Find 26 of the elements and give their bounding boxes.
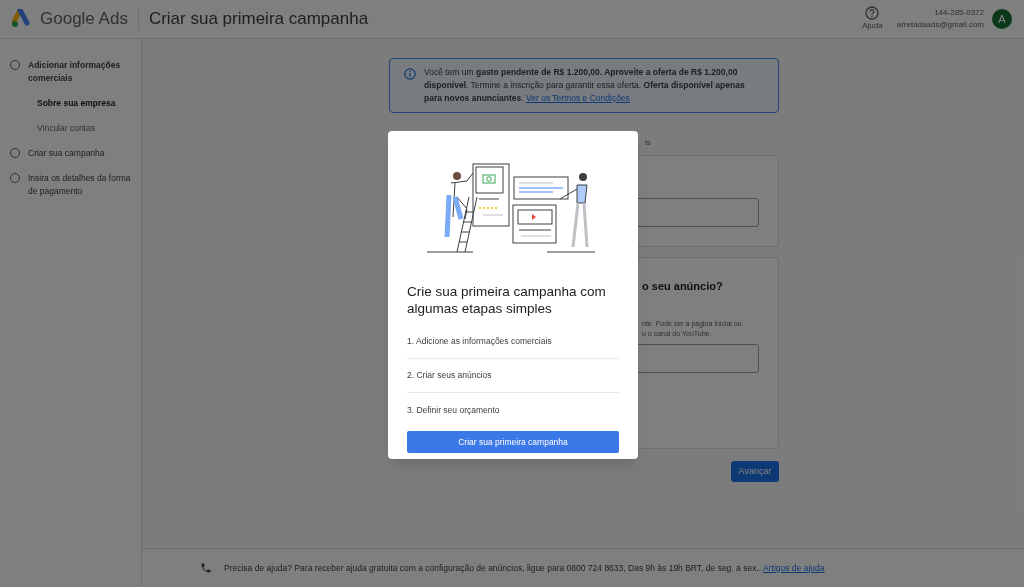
help-articles-link[interactable]: Artigos de ajuda	[763, 562, 825, 573]
phone-icon	[200, 562, 212, 574]
sidebar-substep[interactable]: Vincular contas	[0, 115, 141, 141]
help-button[interactable]: Ajuda	[862, 6, 883, 32]
sidebar-substep[interactable]: Sobre sua empresa	[0, 91, 141, 116]
dialog-step: 2. Criar seus anúncios	[407, 359, 619, 393]
account-email: arretadaads@gmail.com	[896, 19, 984, 31]
account-id: 144-285-0372	[934, 7, 984, 19]
product-name: Google Ads	[40, 8, 128, 31]
next-button[interactable]: Avançar	[731, 461, 779, 482]
dialog-title: Crie sua primeira campanha com algumas etapas simples	[407, 283, 607, 317]
account-avatar[interactable]: A	[992, 9, 1012, 29]
dialog-step: 3. Definir seu orçamento	[407, 393, 619, 427]
sidebar-step[interactable]: Insira os detalhes da forma de pagamento	[28, 171, 135, 198]
sidebar-step[interactable]: Criar sua campanha	[28, 146, 105, 160]
terms-link[interactable]: Ver os Termos e Condições	[526, 93, 630, 103]
banner-text: Você tem um gasto pendente de R$ 1.200,00. Aproveite a oferta de R$ 1.200,00 disponível. Termine a inscrição para garantir essa oferta. Oferta disponível apenas para novos anunciantes. Ver os Termos e Condições	[424, 66, 746, 105]
sidebar-step[interactable]: Adicionar informações comerciais	[28, 59, 135, 85]
page-title: Criar sua primeira campanha	[148, 8, 369, 31]
dialog-step: 1. Adicione as informações comerciais	[407, 325, 619, 359]
help-text: Precisa de ajuda? Para receber ajuda gratuita com a configuração de anúncios, ligue para 0800 724 8633, Das 9h às 19h BRT, de seg. a sex.. Artigos de ajuda	[224, 561, 825, 575]
card-heading: o seu anúncio?	[642, 279, 724, 294]
subtitle-text: is	[645, 137, 651, 149]
info-icon	[404, 68, 416, 80]
help-icon	[865, 6, 880, 20]
create-campaign-button[interactable]: Criar sua primeira campanha	[407, 431, 619, 453]
